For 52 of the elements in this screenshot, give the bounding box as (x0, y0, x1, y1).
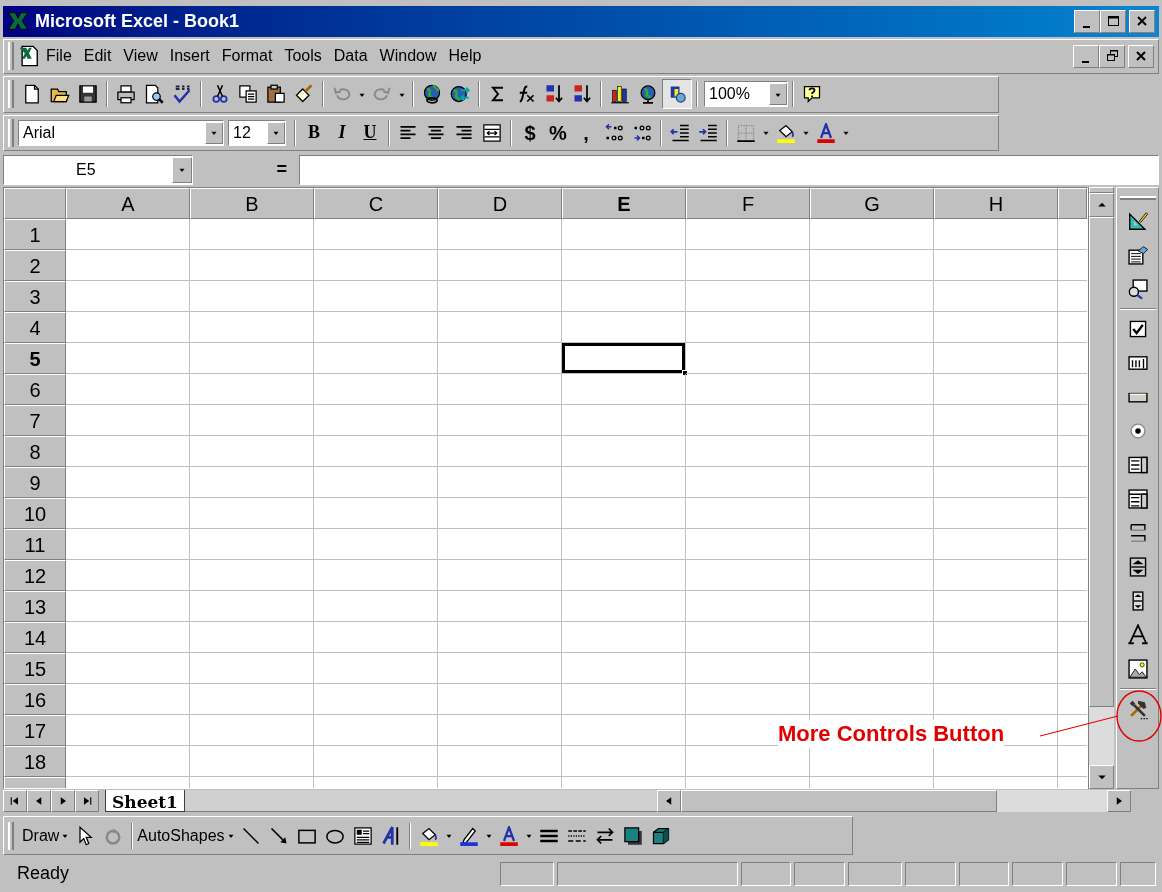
menu-item[interactable]: View (117, 44, 164, 69)
row-header[interactable]: 12 (4, 560, 66, 592)
column-header[interactable]: B (190, 188, 314, 220)
callout-tooltip: More Controls Button (778, 720, 1005, 748)
row-header[interactable]: 17 (4, 715, 66, 747)
column-header[interactable]: H (934, 188, 1058, 220)
column-header[interactable]: C (314, 188, 438, 220)
menu-item[interactable]: Insert (163, 44, 216, 69)
menu-item[interactable]: Data (327, 44, 374, 69)
row-header[interactable]: 11 (4, 529, 66, 561)
percent-button[interactable]: % (544, 117, 572, 148)
row-header[interactable]: 9 (4, 467, 66, 499)
row-header[interactable]: 18 (4, 746, 66, 778)
italic-button[interactable]: I (328, 119, 356, 147)
menu-item[interactable]: Tools (278, 44, 328, 69)
column-header[interactable]: E (562, 188, 686, 220)
sheet-tab[interactable]: Sheet1 (105, 789, 185, 812)
row-header[interactable]: 10 (4, 498, 66, 530)
row-header[interactable]: 8 (4, 436, 66, 468)
menu-item[interactable]: Window (373, 44, 443, 69)
row-header[interactable]: 13 (4, 591, 66, 623)
column-header[interactable]: A (66, 188, 190, 220)
underline-button[interactable]: U (356, 119, 384, 147)
column-header[interactable]: G (810, 188, 934, 220)
row-header[interactable]: 2 (4, 250, 66, 282)
currency-button[interactable]: $ (516, 117, 544, 148)
status-text: Ready (16, 862, 71, 886)
row-header[interactable]: 6 (4, 374, 66, 406)
column-header[interactable]: F (686, 188, 810, 220)
font-size-field[interactable]: 12 (228, 119, 286, 146)
draw-menu-button[interactable]: Draw (18, 823, 60, 848)
row-header[interactable]: 4 (4, 312, 66, 344)
menu-item[interactable]: Help (442, 44, 488, 69)
name-box[interactable]: E5 (3, 154, 193, 185)
row-header[interactable]: 5 (4, 343, 66, 375)
row-header[interactable]: 14 (4, 622, 66, 654)
menu-item[interactable]: Format (215, 44, 279, 69)
comma-button[interactable]: , (572, 117, 600, 148)
row-header[interactable]: 15 (4, 653, 66, 685)
window-title: Microsoft Excel - Book1 (35, 9, 241, 33)
font-name-field[interactable]: Arial (18, 119, 224, 146)
row-header[interactable]: 7 (4, 405, 66, 437)
bold-button[interactable]: B (300, 119, 328, 147)
row-header[interactable]: 1 (4, 219, 66, 251)
menu-item[interactable]: Edit (77, 44, 118, 69)
equals-sign: = (275, 158, 288, 182)
row-header[interactable]: 16 (4, 684, 66, 716)
menu-item[interactable]: File (40, 44, 78, 69)
autoshapes-menu-button[interactable]: AutoShapes (137, 823, 225, 848)
zoom-combo[interactable]: 100% (704, 81, 788, 108)
column-header[interactable]: D (438, 188, 562, 220)
row-header[interactable]: 3 (4, 281, 66, 313)
